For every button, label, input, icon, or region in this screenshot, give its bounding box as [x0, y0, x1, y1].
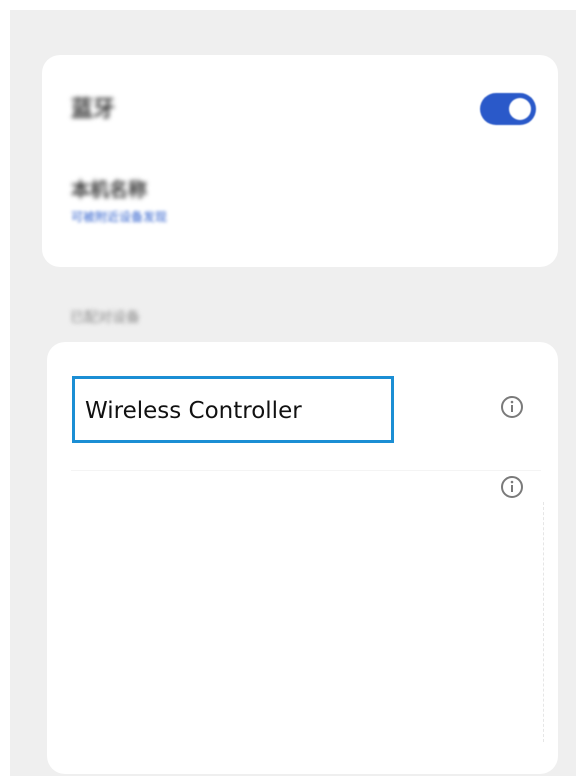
toggle-knob	[509, 98, 531, 120]
paired-devices-label: 已配对设备	[70, 310, 140, 326]
bluetooth-card: 蓝牙 本机名称 可被附近设备发现	[42, 55, 558, 267]
info-icon[interactable]	[499, 394, 525, 420]
device-row-wireless-controller[interactable]: Wireless Controller	[47, 376, 558, 448]
bluetooth-title: 蓝牙	[71, 97, 116, 122]
device-row[interactable]	[47, 452, 558, 524]
bluetooth-toggle[interactable]	[480, 93, 536, 125]
bluetooth-settings-screen: 蓝牙 本机名称 可被附近设备发现 已配对设备 Wireless Controll…	[10, 10, 576, 776]
device-label[interactable]: Wireless Controller	[85, 398, 302, 424]
list-edge-divider	[543, 502, 546, 742]
paired-devices-card: Wireless Controller	[47, 342, 558, 774]
info-icon[interactable]	[499, 474, 525, 500]
device-subtitle: 可被附近设备发现	[71, 210, 168, 224]
device-name[interactable]: 本机名称	[71, 175, 147, 202]
